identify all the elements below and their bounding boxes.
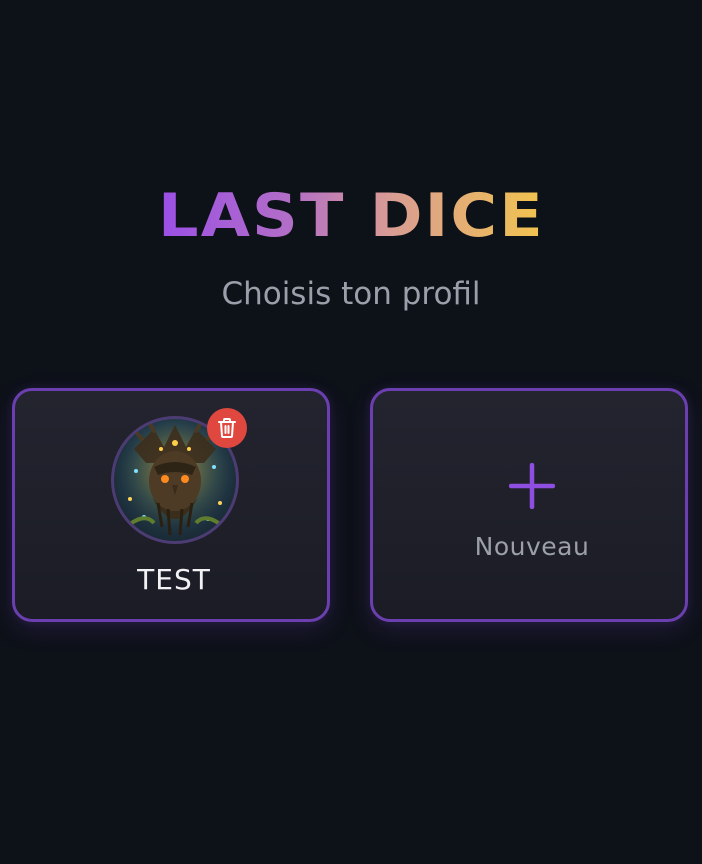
delete-profile-button[interactable]: [207, 408, 247, 448]
app-title: LAST DICE: [157, 181, 545, 251]
page-subtitle: Choisis ton profil: [221, 276, 481, 312]
app-header: LAST DICE: [0, 183, 702, 249]
new-profile-card[interactable]: Nouveau: [370, 388, 688, 622]
trash-icon: [218, 418, 236, 438]
profile-name: TEST: [137, 563, 211, 596]
new-profile-label: Nouveau: [474, 532, 590, 561]
plus-icon: [509, 463, 555, 509]
profile-card[interactable]: TEST: [12, 388, 330, 622]
